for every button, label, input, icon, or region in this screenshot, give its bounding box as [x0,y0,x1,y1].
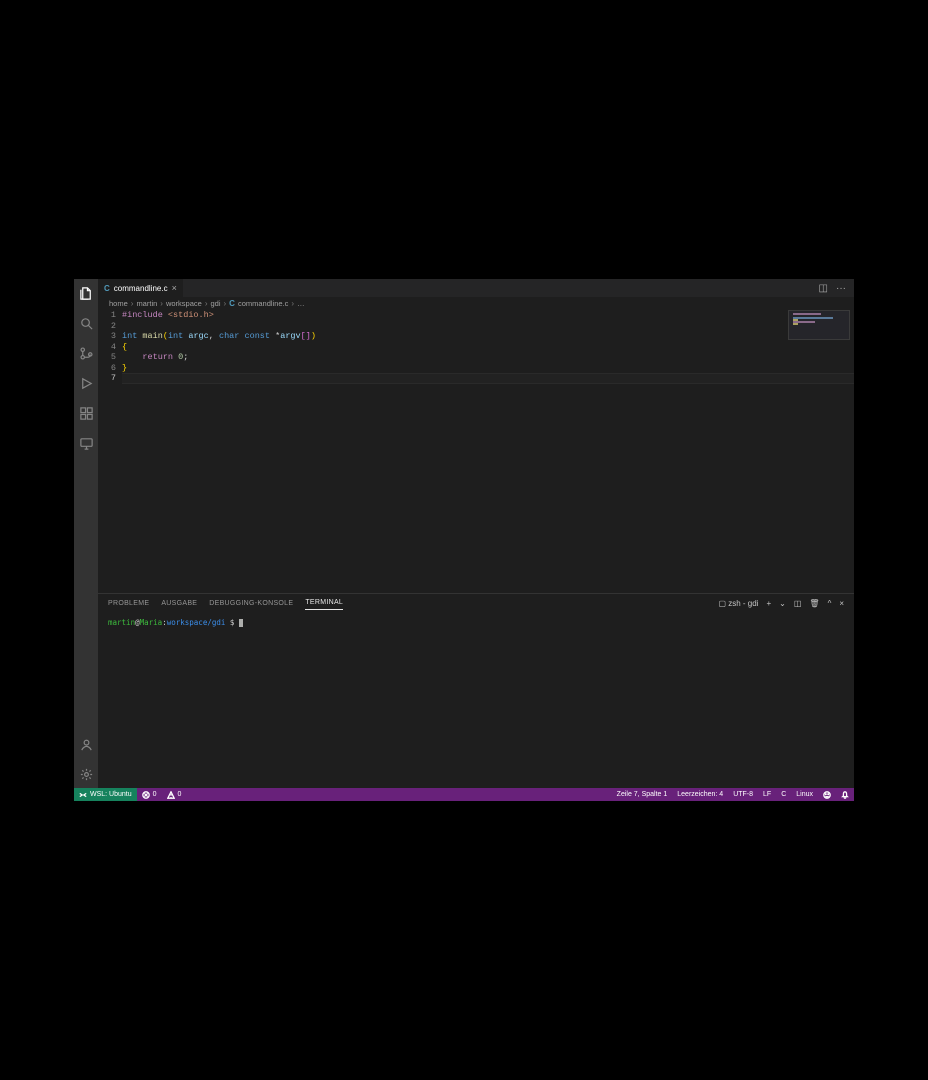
crumb-workspace[interactable]: workspace [166,299,202,308]
crumb-martin[interactable]: martin [136,299,157,308]
tab-bar: C commandline.c × ◫ ··· [98,279,854,297]
split-editor-icon[interactable]: ◫ [819,283,828,294]
status-feedback-icon[interactable] [818,788,836,801]
settings-gear-icon[interactable] [78,766,94,782]
maximize-panel-icon[interactable]: ^ [828,599,832,608]
c-file-icon: C [104,284,110,293]
bottom-panel: PROBLEME AUSGABE DEBUGGING-KONSOLE TERMI… [98,593,854,788]
kill-terminal-icon[interactable]: 🗑 [809,599,819,608]
minimap[interactable] [788,310,850,340]
split-terminal-icon[interactable]: ◫ [794,599,802,608]
remote-icon [79,791,87,799]
line-gutter: 1 2 3 4 5 6 7 [98,310,122,593]
code-region[interactable]: 1 2 3 4 5 6 7 #include <stdio.h> int mai… [98,310,854,593]
panel-tab-debug[interactable]: DEBUGGING-KONSOLE [209,597,293,610]
tab-close-icon[interactable]: × [172,283,177,293]
run-debug-icon[interactable] [78,375,94,391]
status-warnings[interactable]: 0 [162,788,187,801]
tab-filename: commandline.c [114,284,168,293]
crumb-file[interactable]: commandline.c [238,299,288,308]
status-lang[interactable]: C [776,788,791,801]
tab-commandline[interactable]: C commandline.c × [98,279,184,297]
status-bell-icon[interactable] [836,788,854,801]
panel-tab-probleme[interactable]: PROBLEME [108,597,149,610]
terminal-split-dropdown-icon[interactable]: ⌄ [779,599,786,608]
status-errors[interactable]: 0 [137,788,162,801]
terminal-cursor [239,619,243,627]
crumb-more[interactable]: … [297,299,305,308]
remote-explorer-icon[interactable] [78,435,94,451]
more-actions-icon[interactable]: ··· [836,283,846,294]
terminal-content[interactable]: martin@Maria:workspace/gdi $ [98,612,854,788]
main-area: C commandline.c × ◫ ··· home› martin› wo… [74,279,854,788]
editor-area: C commandline.c × ◫ ··· home› martin› wo… [98,279,854,788]
extensions-icon[interactable] [78,405,94,421]
activity-bar [74,279,98,788]
editor-actions: ◫ ··· [819,279,854,297]
status-os[interactable]: Linux [791,788,818,801]
status-indent[interactable]: Leerzeichen: 4 [672,788,728,801]
status-eol[interactable]: LF [758,788,776,801]
vscode-window: C commandline.c × ◫ ··· home› martin› wo… [74,279,854,801]
crumb-file-icon: C [229,299,235,308]
warning-icon [167,791,175,799]
crumb-gdi[interactable]: gdi [210,299,220,308]
breadcrumb[interactable]: home› martin› workspace› gdi› C commandl… [98,297,854,310]
panel-tabs: PROBLEME AUSGABE DEBUGGING-KONSOLE TERMI… [98,594,854,612]
code-content[interactable]: #include <stdio.h> int main(int argc, ch… [122,310,854,593]
accounts-icon[interactable] [78,736,94,752]
new-terminal-icon[interactable]: + [766,599,771,608]
close-panel-icon[interactable]: × [839,599,844,608]
status-bar: WSL: Ubuntu 0 0 Zeile 7, Spalte 1 Leerze… [74,788,854,801]
panel-tab-ausgabe[interactable]: AUSGABE [161,597,197,610]
panel-tab-terminal[interactable]: TERMINAL [305,596,343,610]
explorer-icon[interactable] [78,285,94,301]
terminal-selector[interactable]: ▢ zsh - gdi [718,599,758,608]
status-cursor[interactable]: Zeile 7, Spalte 1 [612,788,673,801]
source-control-icon[interactable] [78,345,94,361]
status-encoding[interactable]: UTF-8 [728,788,758,801]
crumb-home[interactable]: home [109,299,128,308]
search-icon[interactable] [78,315,94,331]
remote-indicator[interactable]: WSL: Ubuntu [74,788,137,801]
error-icon [142,791,150,799]
